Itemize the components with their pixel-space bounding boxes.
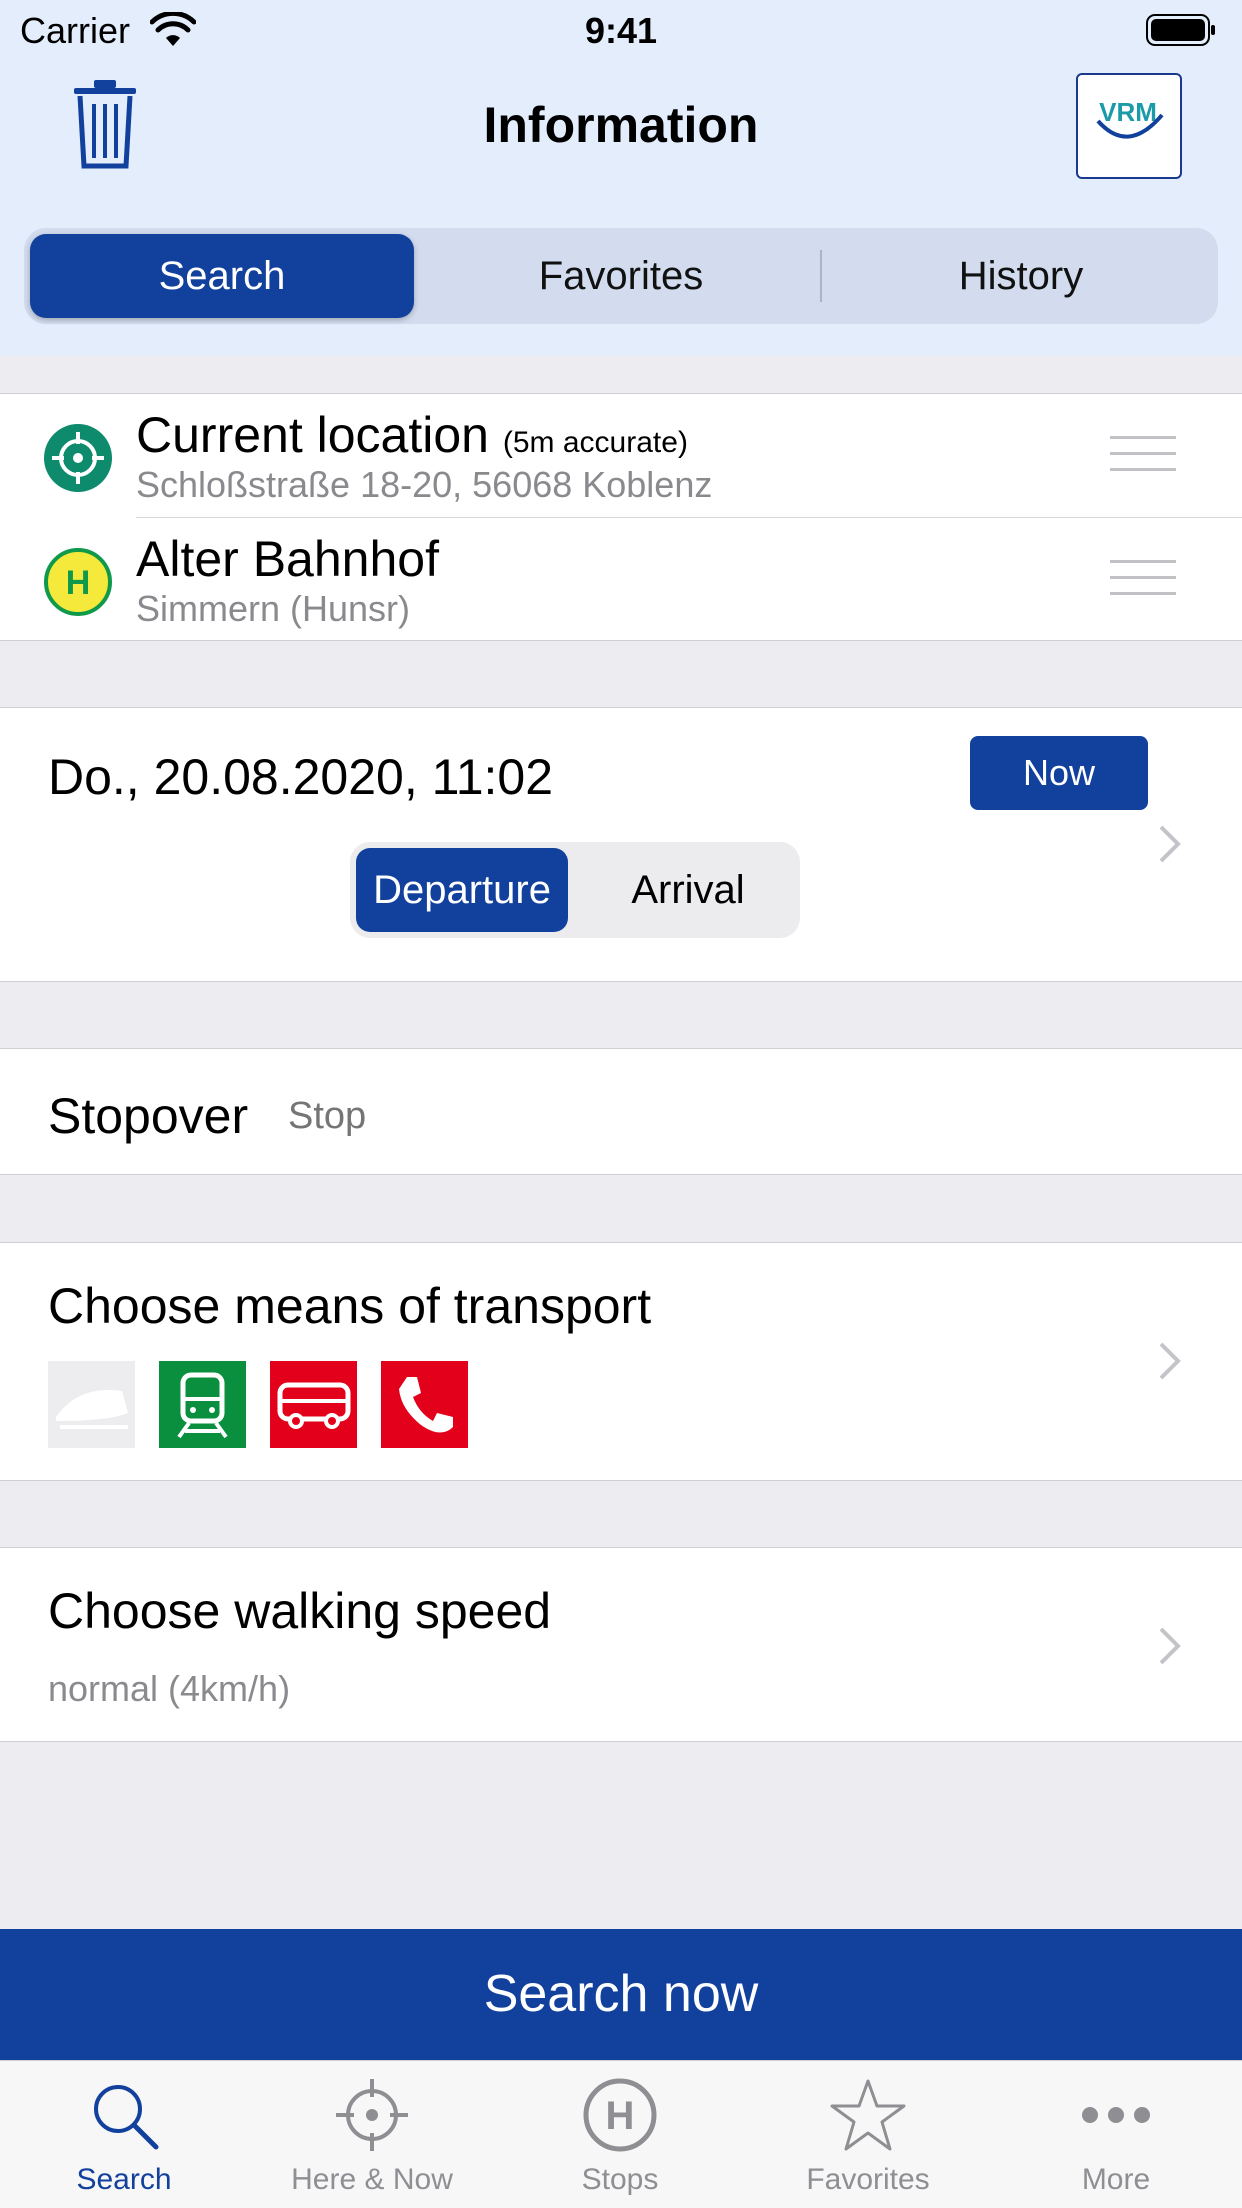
tab-bar: Search Here & Now H Stops Favorites More: [0, 2060, 1242, 2208]
departure-arrival-control: Departure Arrival: [350, 842, 800, 938]
datetime-section[interactable]: Do., 20.08.2020, 11:02 Now Departure Arr…: [0, 707, 1242, 982]
chevron-right-icon: [1159, 1342, 1181, 1380]
svg-text:H: H: [66, 564, 91, 602]
segment-search[interactable]: Search: [30, 234, 414, 318]
now-button[interactable]: Now: [970, 736, 1148, 810]
tab-search[interactable]: Search: [0, 2061, 248, 2208]
transport-title: Choose means of transport: [48, 1278, 652, 1334]
bus-icon[interactable]: [270, 1361, 357, 1448]
tab-here-now[interactable]: Here & Now: [248, 2061, 496, 2208]
tab-search-label: Search: [76, 2163, 172, 2196]
destination-title: Alter Bahnhof: [136, 531, 439, 587]
location-row-destination[interactable]: H Alter Bahnhof Simmern (Hunsr): [0, 518, 1242, 642]
destination-place: Simmern (Hunsr): [136, 588, 411, 629]
arrival-option[interactable]: Arrival: [582, 848, 794, 932]
vrm-logo[interactable]: VRM: [1076, 73, 1182, 179]
datetime-value: Do., 20.08.2020, 11:02: [48, 749, 554, 805]
main-segmented-control: Search Favorites History: [24, 228, 1218, 324]
bus-stop-icon: H: [44, 548, 112, 616]
vrm-logo-text: VRM: [1099, 97, 1157, 127]
walking-speed-value: normal (4km/h): [48, 1668, 291, 1709]
tab-favorites-label: Favorites: [806, 2163, 930, 2196]
search-now-button[interactable]: Search now: [0, 1929, 1242, 2060]
departure-option[interactable]: Departure: [356, 848, 568, 932]
stopover-input[interactable]: [288, 1091, 1088, 1141]
tab-more-label: More: [1081, 2163, 1151, 2196]
walking-speed-title: Choose walking speed: [48, 1583, 552, 1639]
on-demand-phone-icon[interactable]: [381, 1361, 468, 1448]
more-icon: [1082, 2107, 1150, 2123]
clock: 9:41: [584, 10, 658, 51]
status-bar: Carrier 9:41: [0, 0, 1242, 62]
segment-divider: [820, 250, 822, 302]
origin-title: Current location (5m accurate): [136, 406, 688, 464]
chevron-right-icon: [1159, 1627, 1181, 1665]
tab-stops-label: Stops: [581, 2163, 659, 2196]
origin-accuracy: (5m accurate): [502, 426, 688, 459]
tab-here-now-label: Here & Now: [291, 2163, 453, 2196]
header: Carrier 9:41 Information VRM Search Favo…: [0, 0, 1242, 356]
reorder-handle-destination[interactable]: [1110, 560, 1176, 596]
segment-history[interactable]: History: [829, 234, 1213, 318]
locations-section: Current location (5m accurate) Schloßstr…: [0, 393, 1242, 641]
origin-title-text: Current location: [136, 407, 489, 463]
high-speed-train-icon[interactable]: [48, 1361, 135, 1448]
battery-icon: [1146, 14, 1215, 46]
transport-section[interactable]: Choose means of transport: [0, 1242, 1242, 1481]
segment-favorites[interactable]: Favorites: [429, 234, 813, 318]
page-title: Information: [483, 97, 759, 153]
crosshair-icon: [336, 2079, 408, 2151]
location-row-origin[interactable]: Current location (5m accurate) Schloßstr…: [0, 394, 1242, 518]
star-icon: [830, 2079, 906, 2151]
vrm-logo-mark: VRM: [1096, 97, 1164, 139]
crosshair-icon: [44, 424, 112, 492]
reorder-handle-origin[interactable]: [1110, 436, 1176, 472]
tab-stops[interactable]: H Stops: [496, 2061, 744, 2208]
stopover-section: Stopover: [0, 1048, 1242, 1175]
svg-text:H: H: [606, 2094, 635, 2138]
regional-train-icon[interactable]: [159, 1361, 246, 1448]
search-icon: [94, 2085, 159, 2150]
stop-h-icon: H: [583, 2078, 657, 2152]
origin-address: Schloßstraße 18-20, 56068 Koblenz: [136, 464, 713, 505]
chevron-right-icon: [1159, 825, 1181, 863]
walking-speed-section[interactable]: Choose walking speed normal (4km/h): [0, 1547, 1242, 1742]
tab-favorites[interactable]: Favorites: [744, 2061, 992, 2208]
stopover-label: Stopover: [48, 1088, 249, 1144]
tab-more[interactable]: More: [992, 2061, 1240, 2208]
